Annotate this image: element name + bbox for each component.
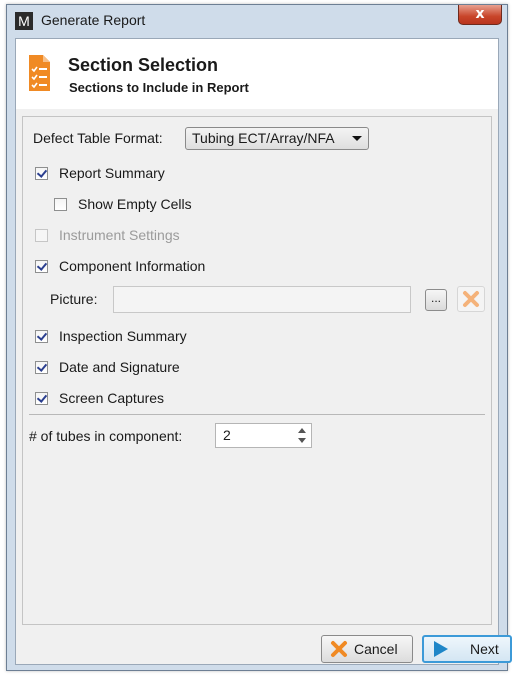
picture-label: Picture: — [50, 291, 98, 307]
tubes-count-spinner[interactable]: 2 — [215, 423, 312, 448]
date-signature-label: Date and Signature — [59, 359, 180, 375]
window-title: Generate Report — [41, 12, 146, 28]
section-title: Section Selection — [68, 55, 219, 75]
defect-table-format-select[interactable]: Tubing ECT/Array/NFA — [185, 127, 369, 150]
screen-captures-checkbox[interactable] — [35, 391, 48, 405]
report-summary-checkbox[interactable] — [35, 166, 48, 180]
next-button[interactable]: Next — [422, 635, 512, 663]
section-subtitle: Sections to Include in Report — [69, 80, 249, 95]
inspection-summary-checkbox[interactable] — [35, 329, 48, 343]
spin-up-icon[interactable] — [298, 428, 306, 433]
app-icon: M — [15, 12, 33, 30]
browse-button[interactable]: ... — [425, 289, 447, 311]
tubes-count-value: 2 — [223, 427, 231, 443]
report-summary-label: Report Summary — [59, 165, 165, 181]
dialog-header: Section Selection Sections to Include in… — [16, 39, 498, 109]
defect-table-label: Defect Table Format: — [33, 130, 163, 146]
close-button[interactable]: x — [458, 5, 502, 25]
component-information-label: Component Information — [59, 258, 206, 274]
picture-path-input[interactable] — [113, 286, 411, 313]
play-arrow-icon — [434, 641, 448, 657]
report-summary-option[interactable]: Report Summary — [35, 165, 165, 181]
sections-panel: Defect Table Format: Tubing ECT/Array/NF… — [22, 116, 492, 625]
date-signature-option[interactable]: Date and Signature — [35, 359, 180, 375]
clear-picture-button[interactable] — [457, 286, 485, 312]
component-information-checkbox[interactable] — [35, 259, 48, 273]
screen-captures-option[interactable]: Screen Captures — [35, 390, 164, 406]
show-empty-cells-checkbox[interactable] — [54, 197, 67, 211]
dialog-content: Section Selection Sections to Include in… — [15, 38, 512, 665]
next-label: Next — [470, 641, 499, 657]
chevron-down-icon — [352, 136, 362, 141]
defect-table-selected: Tubing ECT/Array/NFA — [192, 130, 335, 146]
show-empty-cells-option[interactable]: Show Empty Cells — [54, 196, 192, 212]
cancel-x-icon — [331, 641, 347, 657]
inspection-summary-label: Inspection Summary — [59, 328, 187, 344]
clear-x-icon — [463, 291, 479, 307]
show-empty-cells-label: Show Empty Cells — [78, 196, 192, 212]
cancel-label: Cancel — [354, 641, 398, 657]
spin-down-icon[interactable] — [298, 438, 306, 443]
instrument-settings-option: Instrument Settings — [35, 227, 180, 243]
title-bar[interactable]: M Generate Report x — [7, 5, 507, 35]
instrument-settings-checkbox — [35, 228, 48, 242]
instrument-settings-label: Instrument Settings — [59, 227, 180, 243]
inspection-summary-option[interactable]: Inspection Summary — [35, 328, 187, 344]
defect-table-row: Defect Table Format: — [33, 130, 163, 146]
component-information-option[interactable]: Component Information — [35, 258, 205, 274]
cancel-button[interactable]: Cancel — [321, 635, 413, 663]
tubes-label: # of tubes in component: — [29, 428, 183, 444]
picture-row: Picture: — [50, 291, 97, 307]
divider — [29, 414, 485, 415]
generate-report-window: M Generate Report x Section Selection Se… — [6, 4, 512, 671]
report-list-icon — [29, 55, 50, 91]
date-signature-checkbox[interactable] — [35, 360, 48, 374]
tubes-row: # of tubes in component: — [29, 428, 182, 444]
screen-captures-label: Screen Captures — [59, 390, 165, 406]
